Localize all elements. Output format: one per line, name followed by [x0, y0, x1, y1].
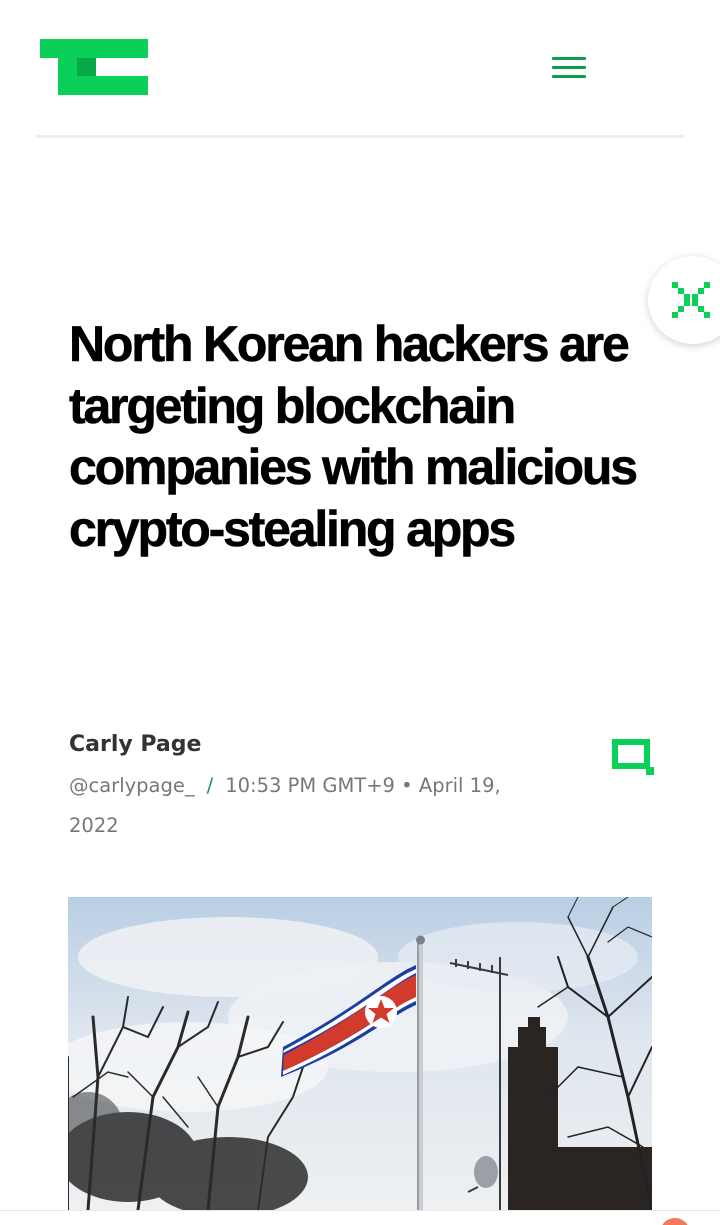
publish-date-year: 2022 — [69, 814, 119, 837]
tc-logo-icon — [40, 39, 148, 95]
publish-time: 10:53 PM GMT+9 — [225, 774, 395, 797]
comment-bubble-icon — [612, 739, 654, 775]
north-korean-flag-photo — [68, 897, 652, 1210]
menu-line — [552, 65, 586, 69]
header-divider — [36, 135, 684, 138]
page: North Korean hackers are targeting block… — [0, 0, 720, 1225]
article-hero-image — [68, 897, 652, 1210]
menu-line — [552, 56, 586, 60]
close-x-icon — [672, 282, 710, 318]
publish-date-part1: April 19, — [418, 774, 501, 797]
byline-meta: @carlypage_ / 10:53 PM GMT+9 • April 19, — [69, 774, 501, 797]
techcrunch-logo[interactable] — [40, 39, 150, 95]
site-header — [0, 0, 720, 138]
byline-bullet: • — [401, 774, 413, 797]
bottom-bar — [0, 1210, 720, 1225]
author-link[interactable]: Carly Page — [69, 732, 201, 757]
article-headline: North Korean hackers are targeting block… — [69, 316, 639, 557]
menu-line — [552, 74, 586, 78]
author-twitter-handle[interactable]: @carlypage_ — [69, 774, 195, 797]
byline-separator: / — [206, 774, 214, 797]
hamburger-menu-button[interactable] — [544, 46, 594, 88]
comments-button[interactable] — [610, 737, 654, 777]
